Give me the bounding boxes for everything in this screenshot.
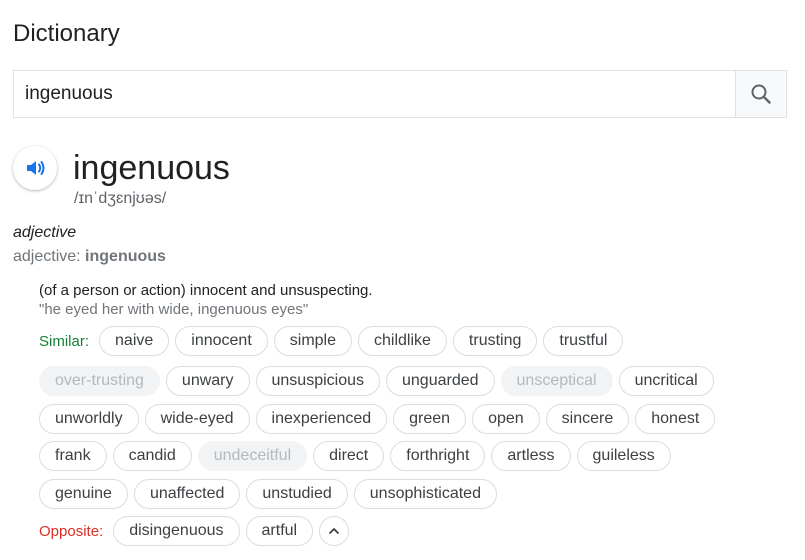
- synonym-chip[interactable]: unaffected: [133, 479, 241, 509]
- synonym-chip[interactable]: uncritical: [618, 366, 714, 396]
- synonym-chip[interactable]: unwary: [165, 366, 250, 396]
- synonym-chip-muted: undeceitful: [197, 441, 308, 471]
- example-sentence: "he eyed her with wide, ingenuous eyes": [39, 301, 309, 318]
- synonym-chip[interactable]: forthright: [390, 441, 486, 471]
- pos-word: ingenuous: [85, 248, 166, 265]
- synonym-chip[interactable]: sincere: [545, 404, 630, 434]
- chevron-up-icon: [329, 528, 339, 534]
- antonym-chip[interactable]: artful: [245, 516, 314, 546]
- synonym-chip[interactable]: candid: [112, 441, 192, 471]
- similar-row-3: unworldly wide-eyed inexperienced green …: [39, 404, 721, 434]
- synonym-chip[interactable]: unguarded: [386, 366, 495, 396]
- synonym-chip[interactable]: genuine: [39, 479, 128, 509]
- synonym-chip[interactable]: unstudied: [246, 479, 348, 509]
- synonym-chip[interactable]: innocent: [175, 326, 268, 356]
- search-input[interactable]: [14, 71, 735, 117]
- synonym-chip[interactable]: naive: [99, 326, 170, 356]
- part-of-speech-detail: adjective: ingenuous: [13, 248, 166, 266]
- pos-prefix: adjective:: [13, 248, 86, 265]
- similar-label: Similar:: [39, 332, 90, 350]
- search-icon: [751, 84, 771, 104]
- synonym-chip[interactable]: trustful: [543, 326, 624, 356]
- synonym-chip[interactable]: childlike: [358, 326, 447, 356]
- synonym-chip[interactable]: frank: [39, 441, 107, 471]
- synonym-chip[interactable]: guileless: [576, 441, 671, 471]
- phonetic-spelling: /ɪnˈdʒɛnjʊəs/: [74, 190, 167, 207]
- synonym-chip[interactable]: unsophisticated: [353, 479, 497, 509]
- page-title: Dictionary: [13, 20, 120, 47]
- synonym-chip[interactable]: honest: [635, 404, 716, 434]
- pronunciation-audio-button[interactable]: [13, 146, 57, 190]
- synonym-chip[interactable]: inexperienced: [255, 404, 388, 434]
- synonym-chip[interactable]: direct: [313, 441, 385, 471]
- synonym-chip-muted: unsceptical: [500, 366, 613, 396]
- synonym-chip[interactable]: simple: [273, 326, 352, 356]
- opposite-label: Opposite:: [39, 522, 104, 540]
- headword: ingenuous: [73, 149, 230, 187]
- collapse-button[interactable]: [319, 516, 350, 546]
- synonym-chip[interactable]: trusting: [452, 326, 538, 356]
- similar-row-5: genuine unaffected unstudied unsophistic…: [39, 479, 503, 509]
- search-button[interactable]: [735, 71, 786, 117]
- search-box: [13, 70, 787, 118]
- antonym-chip[interactable]: disingenuous: [113, 516, 240, 546]
- synonym-chip[interactable]: open: [472, 404, 540, 434]
- definition-text: (of a person or action) innocent and uns…: [39, 282, 373, 299]
- similar-row-1: Similar: naive innocent simple childlike…: [39, 326, 629, 356]
- synonym-chip[interactable]: unsuspicious: [255, 366, 380, 396]
- similar-row-2: over-trusting unwary unsuspicious unguar…: [39, 366, 720, 396]
- opposite-row: Opposite: disingenuous artful: [39, 516, 350, 546]
- similar-row-4: frank candid undeceitful direct forthrig…: [39, 441, 677, 471]
- synonym-chip-muted: over-trusting: [39, 366, 160, 396]
- part-of-speech: adjective: [13, 224, 77, 241]
- synonym-chip[interactable]: green: [393, 404, 467, 434]
- speaker-icon: [27, 161, 45, 175]
- synonym-chip[interactable]: artless: [491, 441, 571, 471]
- synonym-chip[interactable]: wide-eyed: [144, 404, 250, 434]
- synonym-chip[interactable]: unworldly: [39, 404, 139, 434]
